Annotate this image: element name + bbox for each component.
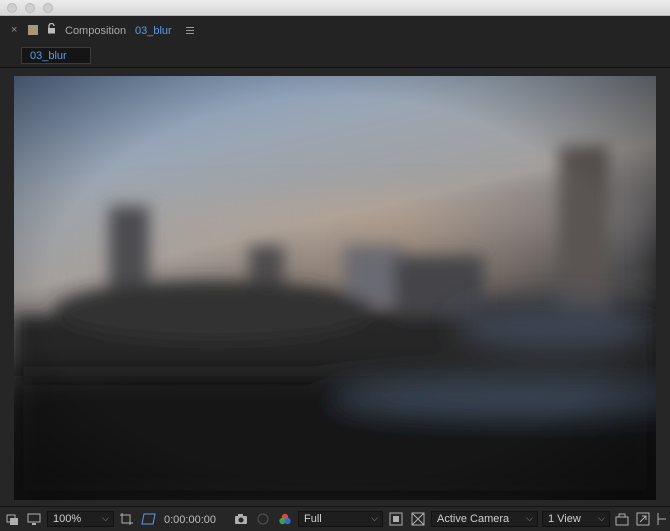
window-titlebar <box>0 0 670 16</box>
show-snapshot-icon[interactable] <box>256 512 270 526</box>
viewer-toolbar: 100% ⌵ 0:00:00:00 Full ⌵ Active Camera ⌵… <box>0 506 670 531</box>
tab-03-blur[interactable]: 03_blur <box>21 47 91 64</box>
magnification-value: 100% <box>53 513 82 525</box>
view-layout-value: 1 View <box>548 513 581 525</box>
resolution-value: Full <box>304 513 322 525</box>
chevron-down-icon: ⌵ <box>371 513 378 523</box>
window-close-button[interactable] <box>7 3 17 13</box>
composition-name-link[interactable]: 03_blur <box>135 25 172 37</box>
window-minimize-button[interactable] <box>25 3 35 13</box>
composition-tab-row: 03_blur <box>0 46 670 68</box>
chevron-down-icon: ⌵ <box>598 513 605 523</box>
monitor-icon[interactable] <box>27 512 41 526</box>
view-layout-dropdown[interactable]: 1 View ⌵ <box>542 511 610 527</box>
color-channels-icon[interactable] <box>278 512 292 526</box>
blurred-skyline-image <box>14 76 656 500</box>
reset-exposure-icon[interactable] <box>615 512 629 526</box>
chevron-down-icon: ⌵ <box>102 513 109 523</box>
composition-panel-header: × Composition 03_blur <box>0 16 670 46</box>
region-of-interest-icon[interactable] <box>389 512 403 526</box>
label-color-swatch <box>28 25 38 35</box>
magnification-dropdown[interactable]: 100% ⌵ <box>47 511 114 527</box>
composition-viewer <box>0 68 670 506</box>
resolution-dropdown[interactable]: Full ⌵ <box>298 511 383 527</box>
camera-dropdown[interactable]: Active Camera ⌵ <box>431 511 538 527</box>
transparency-grid-icon[interactable] <box>411 512 425 526</box>
camera-value: Active Camera <box>437 513 510 525</box>
current-time-display[interactable]: 0:00:00:00 <box>164 514 216 526</box>
composition-canvas[interactable] <box>14 76 656 500</box>
panel-menu-icon[interactable] <box>186 27 194 36</box>
lock-icon[interactable] <box>47 23 56 34</box>
fast-previews-icon[interactable] <box>656 512 668 526</box>
always-preview-icon[interactable] <box>6 512 20 526</box>
window-zoom-button[interactable] <box>43 3 53 13</box>
panel-title-label: Composition <box>65 25 127 37</box>
grid-guide-icon[interactable] <box>119 512 135 526</box>
flowchart-icon[interactable] <box>636 512 650 526</box>
mask-visibility-icon[interactable] <box>141 512 157 526</box>
panel-close-icon[interactable]: × <box>11 24 17 36</box>
chevron-down-icon: ⌵ <box>526 513 533 523</box>
snapshot-icon[interactable] <box>234 512 248 526</box>
tab-label: 03_blur <box>30 50 67 62</box>
